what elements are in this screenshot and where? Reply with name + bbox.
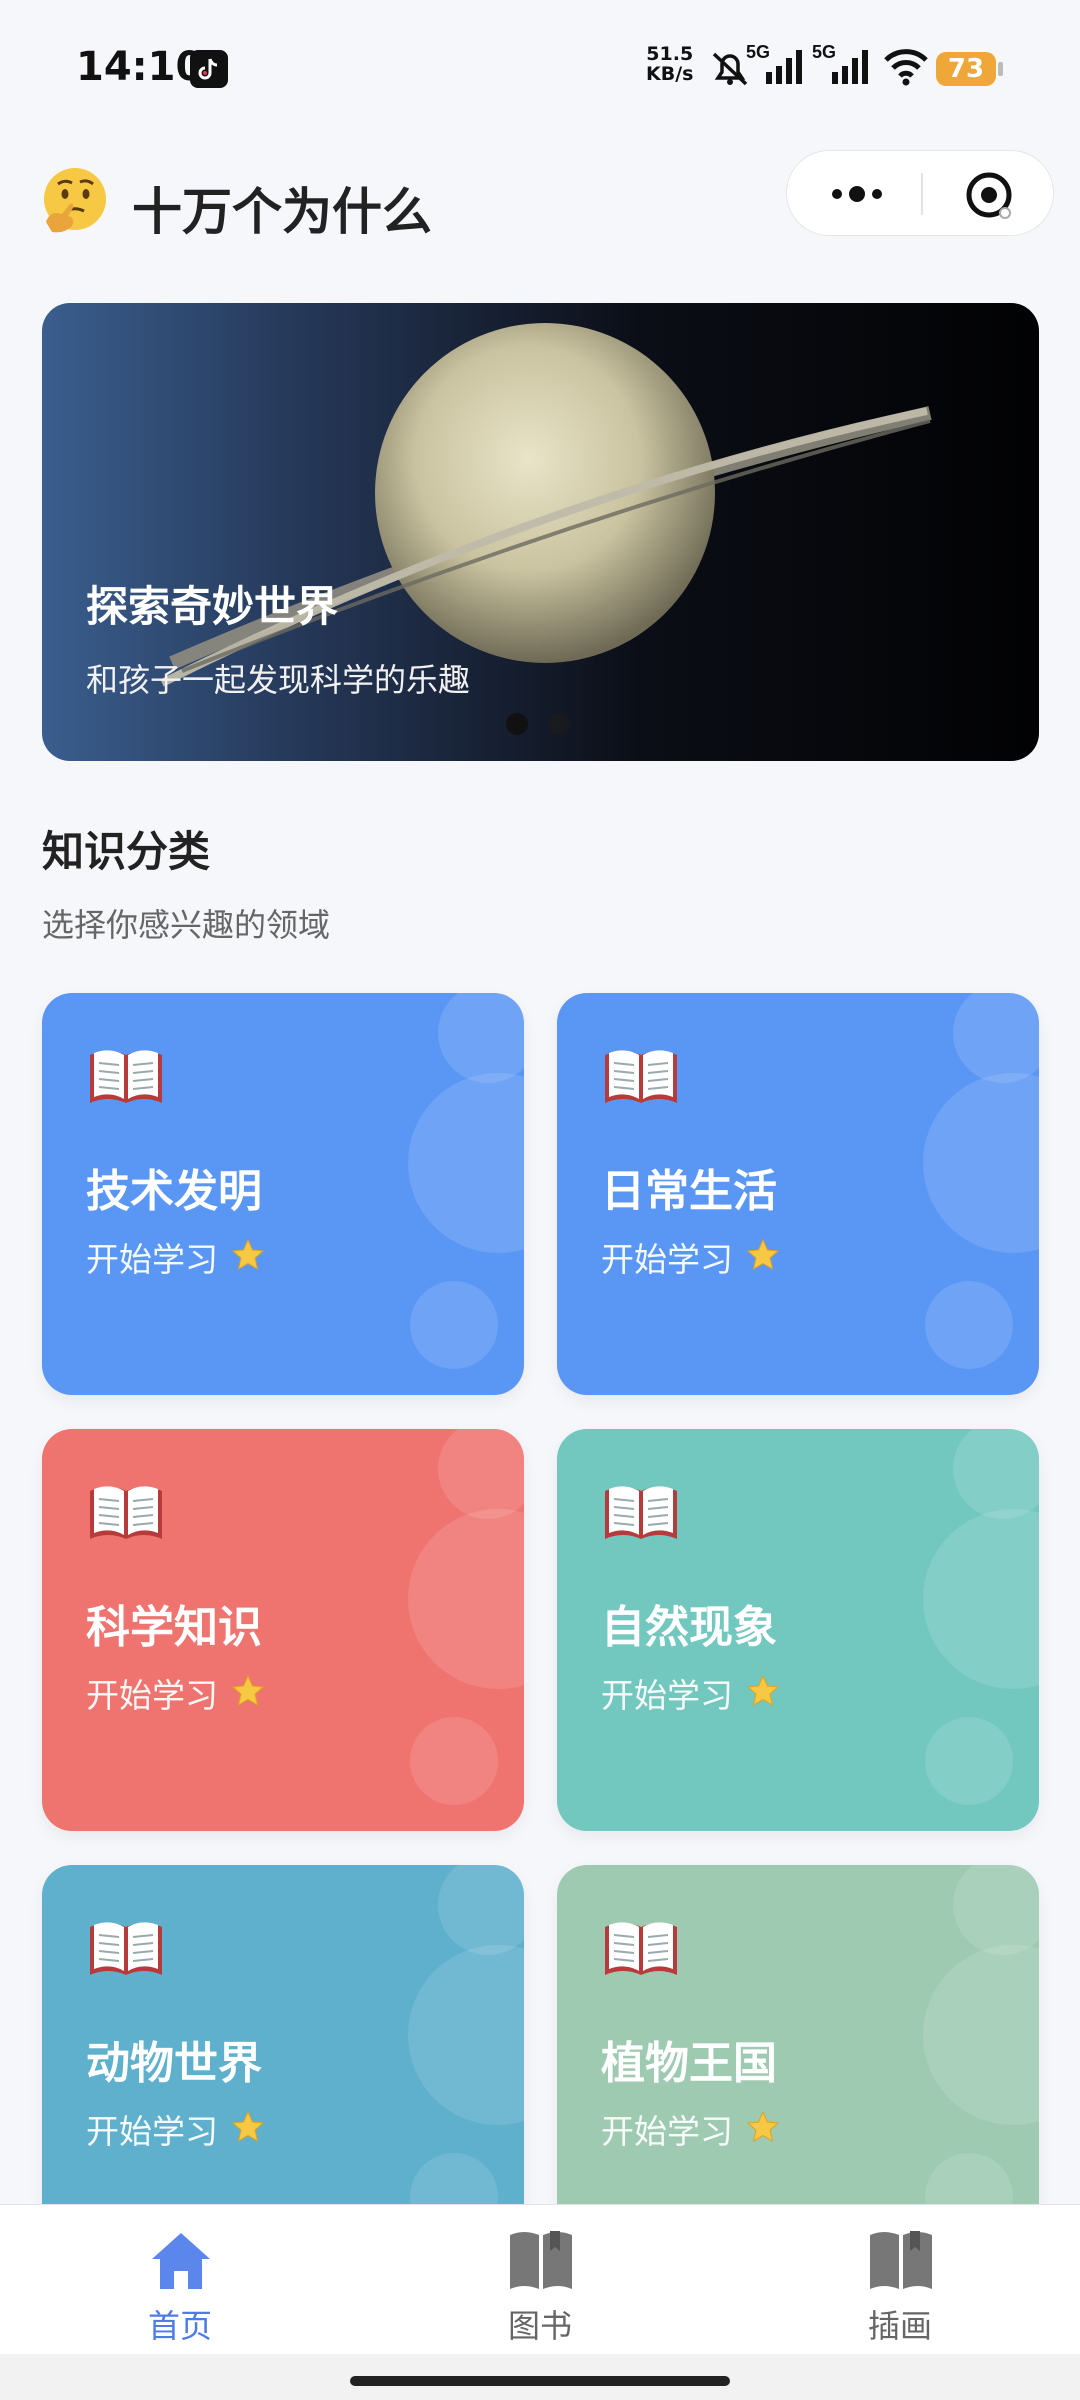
capsule-divider	[921, 173, 923, 215]
book-icon	[90, 1922, 162, 1975]
decorative-bubble	[410, 1717, 498, 1805]
book-icon	[605, 1486, 677, 1539]
category-title: 日常生活	[601, 1166, 777, 1217]
decorative-bubble	[408, 1509, 524, 1689]
wifi-icon	[884, 49, 928, 86]
section-subtitle: 选择你感兴趣的领域	[42, 906, 331, 944]
star-icon	[231, 1238, 265, 1271]
start-learning-label: 开始学习	[86, 1676, 218, 1715]
category-card[interactable]: 科学知识 开始学习	[42, 1429, 524, 1831]
close-mini-program-icon[interactable]	[963, 169, 1015, 221]
decorative-bubble	[438, 1429, 524, 1519]
decorative-bubble	[438, 993, 524, 1083]
book-icon	[90, 1050, 162, 1103]
battery-tip	[998, 62, 1003, 76]
mute-icon	[712, 52, 748, 86]
tab-illustrations[interactable]: 插画	[720, 2205, 1080, 2355]
signal-icon	[766, 50, 802, 84]
status-bar: 14:10 51.5 KB/s 5G 5G 73	[0, 0, 1080, 135]
start-learning-label: 开始学习	[601, 1676, 733, 1715]
decorative-bubble	[410, 1281, 498, 1369]
decorative-bubble	[923, 1509, 1039, 1689]
decorative-bubble	[438, 1865, 524, 1955]
decorative-bubble	[953, 1429, 1039, 1519]
start-learning-label: 开始学习	[601, 2112, 733, 2151]
carousel-dot[interactable]	[548, 713, 570, 735]
banner-subtitle: 和孩子一起发现科学的乐趣	[86, 661, 471, 699]
decorative-bubble	[923, 1073, 1039, 1253]
category-card[interactable]: 自然现象 开始学习	[557, 1429, 1039, 1831]
start-learning-label: 开始学习	[601, 1240, 733, 1279]
book-icon	[605, 1050, 677, 1103]
tab-label: 首页	[147, 2307, 212, 2345]
mini-program-capsule	[786, 150, 1054, 236]
decorative-bubble	[408, 1073, 524, 1253]
book-icon	[510, 2231, 572, 2289]
tab-bar: 首页 图书 插画	[0, 2204, 1080, 2355]
thinking-face-icon	[44, 168, 106, 233]
book-icon	[90, 1486, 162, 1539]
book-icon	[870, 2231, 932, 2289]
tab-home[interactable]: 首页	[0, 2205, 360, 2355]
star-icon	[746, 1238, 780, 1271]
category-title: 植物王国	[601, 2038, 777, 2089]
decorative-bubble	[923, 1945, 1039, 2125]
category-card[interactable]: 日常生活 开始学习	[557, 993, 1039, 1395]
home-icon	[152, 2233, 210, 2289]
category-title: 自然现象	[601, 1602, 777, 1653]
start-learning-label: 开始学习	[86, 2112, 218, 2151]
carousel-dot-active[interactable]	[506, 713, 528, 735]
network-speed-value: 51.5	[646, 43, 694, 65]
more-icon[interactable]	[827, 177, 887, 211]
tiktok-icon	[190, 50, 228, 88]
signal-icon	[832, 50, 868, 84]
app-header: 十万个为什么	[0, 150, 1080, 260]
category-title: 技术发明	[86, 1166, 262, 1217]
decorative-bubble	[953, 993, 1039, 1083]
decorative-bubble	[925, 1281, 1013, 1369]
star-icon	[746, 2110, 780, 2143]
category-card[interactable]: 技术发明 开始学习	[42, 993, 524, 1395]
start-learning-label: 开始学习	[86, 1240, 218, 1279]
category-title: 科学知识	[86, 1602, 262, 1653]
star-icon	[231, 2110, 265, 2143]
banner-title: 探索奇妙世界	[86, 582, 339, 631]
signal-label-1: 5G	[746, 42, 770, 62]
decorative-bubble	[925, 1717, 1013, 1805]
section-title: 知识分类	[42, 827, 211, 876]
battery-icon: 73	[936, 52, 996, 86]
tab-label: 插画	[867, 2307, 932, 2345]
network-speed: 51.5 KB/s	[646, 44, 693, 84]
page-title: 十万个为什么	[132, 183, 432, 241]
network-speed-unit: KB/s	[646, 63, 694, 85]
tab-label: 图书	[507, 2307, 572, 2345]
decorative-bubble	[408, 1945, 524, 2125]
category-title: 动物世界	[86, 2038, 262, 2089]
banner-carousel[interactable]: 探索奇妙世界 和孩子一起发现科学的乐趣	[42, 303, 1039, 761]
home-indicator[interactable]	[350, 2376, 730, 2386]
star-icon	[231, 1674, 265, 1707]
star-icon	[746, 1674, 780, 1707]
status-time: 14:10	[76, 44, 204, 90]
tab-books[interactable]: 图书	[360, 2205, 720, 2355]
decorative-bubble	[953, 1865, 1039, 1955]
book-icon	[605, 1922, 677, 1975]
signal-label-2: 5G	[812, 42, 836, 62]
